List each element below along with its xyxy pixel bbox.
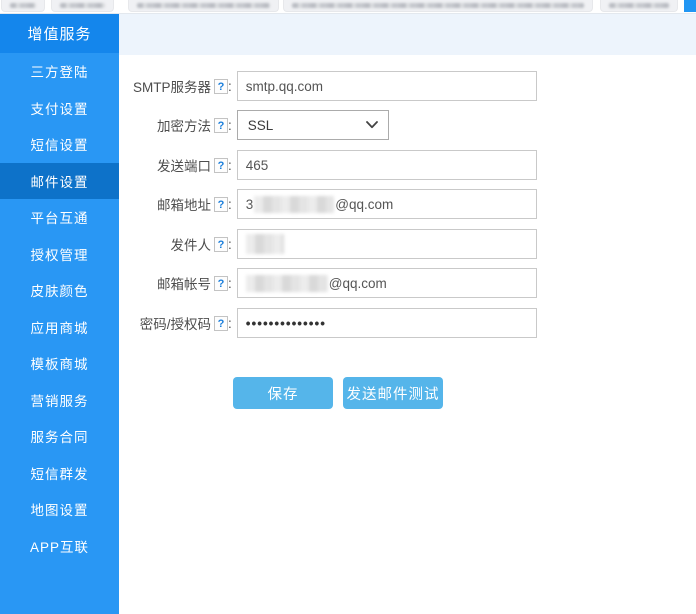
label-colon: : [228, 237, 232, 252]
sidebar-item-sms-settings[interactable]: 短信设置 [0, 126, 119, 163]
form-row-email-account: 邮箱帐号 ? : @qq.com [124, 268, 537, 298]
sidebar-item-platform-interop[interactable]: 平台互通 [0, 199, 119, 236]
email-account-input[interactable]: @qq.com [237, 268, 537, 298]
field-label: 发送端口 ? [124, 155, 228, 175]
label-colon: : [228, 79, 232, 94]
help-icon[interactable]: ? [214, 316, 228, 331]
encryption-select[interactable]: SSL [237, 110, 389, 140]
smtp-server-input[interactable] [237, 71, 537, 101]
help-icon[interactable]: ? [214, 79, 228, 94]
topbar-tab[interactable] [283, 0, 593, 12]
form-row-password: 密码/授权码 ? : [124, 308, 537, 338]
form-row-email-address: 邮箱地址 ? : 3 @qq.com [124, 189, 537, 219]
sidebar-item-sms-bulk[interactable]: 短信群发 [0, 455, 119, 492]
sidebar-item-template-store[interactable]: 模板商城 [0, 345, 119, 382]
help-icon[interactable]: ? [214, 276, 228, 291]
sidebar-item-auth-management[interactable]: 授权管理 [0, 236, 119, 273]
password-input[interactable] [237, 308, 537, 338]
help-icon[interactable]: ? [214, 118, 228, 133]
sidebar-item-payment-settings[interactable]: 支付设置 [0, 90, 119, 127]
help-icon[interactable]: ? [214, 158, 228, 173]
sidebar-item-skin-color[interactable]: 皮肤颜色 [0, 272, 119, 309]
redacted-tab-text [609, 3, 669, 8]
topbar-tab[interactable] [51, 0, 114, 12]
field-label: SMTP服务器 ? [124, 76, 228, 96]
redacted-tab-text [10, 3, 36, 8]
sidebar-item-app-store[interactable]: 应用商城 [0, 309, 119, 346]
label-colon: : [228, 118, 232, 133]
field-label: 邮箱帐号 ? [124, 273, 228, 293]
send-test-email-button[interactable]: 发送邮件测试 [343, 377, 443, 409]
chevron-down-icon [366, 121, 378, 129]
sidebar-item-third-party-login[interactable]: 三方登陆 [0, 53, 119, 90]
send-port-input[interactable] [237, 150, 537, 180]
topbar-corner-button[interactable] [684, 0, 696, 12]
field-label: 密码/授权码 ? [124, 313, 228, 333]
field-label: 发件人 ? [124, 234, 228, 254]
form-row-send-port: 发送端口 ? : [124, 150, 537, 180]
sender-name-input[interactable] [237, 229, 537, 259]
label-colon: : [228, 197, 232, 212]
sidebar-item-app-interconnect[interactable]: APP互联 [0, 528, 119, 565]
form-row-encryption: 加密方法 ? : SSL [124, 110, 389, 140]
field-label: 邮箱地址 ? [124, 194, 228, 214]
topbar-tab[interactable] [1, 0, 45, 12]
label-colon: : [228, 158, 232, 173]
sidebar-item-map-settings[interactable]: 地图设置 [0, 491, 119, 528]
email-address-input[interactable]: 3 @qq.com [237, 189, 537, 219]
redacted-text [246, 275, 328, 292]
label-colon: : [228, 316, 232, 331]
field-label: 加密方法 ? [124, 115, 228, 135]
redacted-text [254, 196, 334, 213]
redacted-tab-text [292, 3, 584, 8]
redacted-text [246, 234, 284, 254]
save-button[interactable]: 保存 [233, 377, 333, 409]
help-icon[interactable]: ? [214, 237, 228, 252]
content-header-band [119, 14, 696, 55]
sidebar-item-marketing-service[interactable]: 营销服务 [0, 382, 119, 419]
redacted-tab-text [60, 3, 105, 8]
label-colon: : [228, 276, 232, 291]
sidebar-item-email-settings[interactable]: 邮件设置 [0, 163, 119, 200]
sidebar-header: 增值服务 [0, 14, 119, 53]
help-icon[interactable]: ? [214, 197, 228, 212]
form-row-sender-name: 发件人 ? : [124, 229, 537, 259]
form-row-smtp-server: SMTP服务器 ? : [124, 71, 537, 101]
sidebar-item-service-contract[interactable]: 服务合同 [0, 418, 119, 455]
sidebar: 增值服务 三方登陆 支付设置 短信设置 邮件设置 平台互通 授权管理 皮肤颜色 … [0, 14, 119, 614]
topbar-tab[interactable] [600, 0, 678, 12]
topbar [0, 0, 696, 14]
topbar-tab[interactable] [128, 0, 279, 12]
redacted-tab-text [137, 3, 270, 8]
selected-option: SSL [248, 118, 274, 133]
